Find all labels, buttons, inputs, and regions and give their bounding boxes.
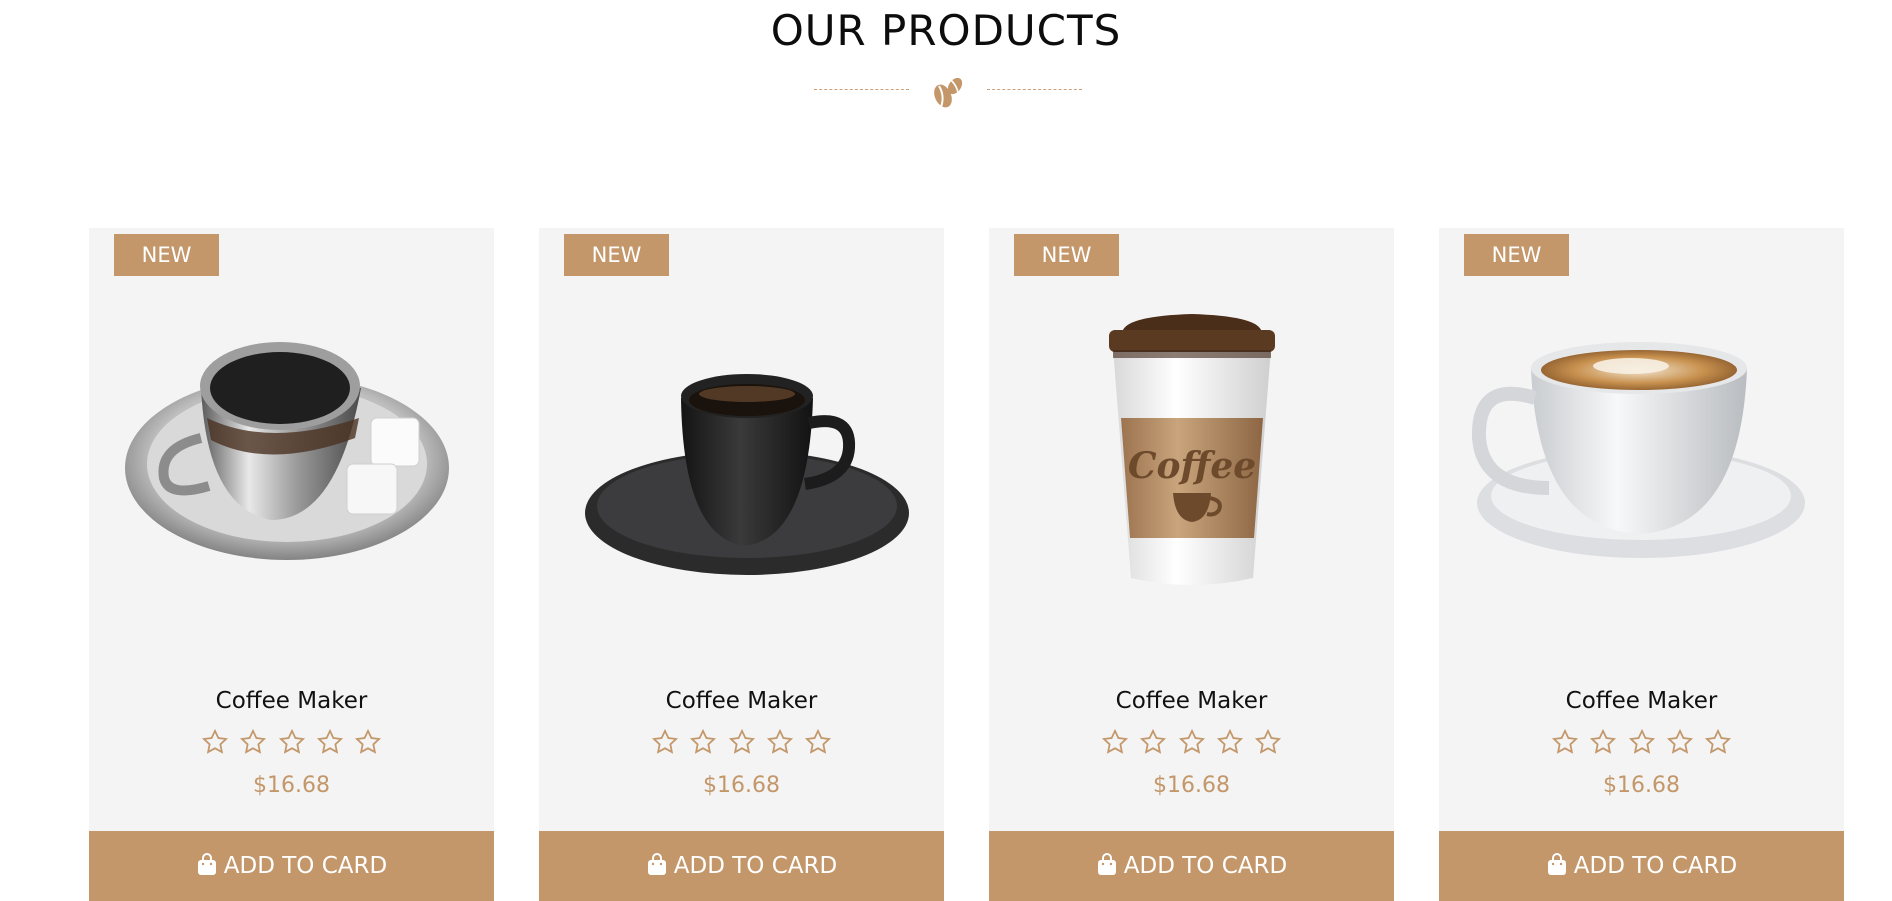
product-image-black-cup[interactable] xyxy=(559,288,924,648)
title-divider xyxy=(0,72,1892,112)
star-outline-icon[interactable] xyxy=(804,728,832,756)
new-badge: NEW xyxy=(564,234,669,276)
star-outline-icon[interactable] xyxy=(689,728,717,756)
star-outline-icon[interactable] xyxy=(316,728,344,756)
star-outline-icon[interactable] xyxy=(278,728,306,756)
add-to-cart-label: ADD TO CARD xyxy=(1573,853,1738,879)
shopping-bag-icon xyxy=(1547,852,1566,875)
product-name[interactable]: Coffee Maker xyxy=(989,688,1394,714)
product-card[interactable]: NEW Coffee Maker $16.68 ADD TO CARD xyxy=(1439,228,1844,901)
star-outline-icon[interactable] xyxy=(1139,728,1167,756)
star-outline-icon[interactable] xyxy=(766,728,794,756)
star-outline-icon[interactable] xyxy=(1589,728,1617,756)
star-rating[interactable] xyxy=(89,728,494,762)
shopping-bag-icon xyxy=(197,852,216,875)
star-outline-icon[interactable] xyxy=(1178,728,1206,756)
divider-line-left xyxy=(814,89,909,90)
star-outline-icon[interactable] xyxy=(728,728,756,756)
product-image-takeaway-cup[interactable]: Coffee xyxy=(1009,288,1374,648)
star-rating[interactable] xyxy=(539,728,944,762)
add-to-cart-label: ADD TO CARD xyxy=(673,853,838,879)
product-name[interactable]: Coffee Maker xyxy=(89,688,494,714)
star-outline-icon[interactable] xyxy=(201,728,229,756)
new-badge: NEW xyxy=(1464,234,1569,276)
add-to-cart-button[interactable]: ADD TO CARD xyxy=(89,831,494,901)
add-to-cart-label: ADD TO CARD xyxy=(223,853,388,879)
star-outline-icon[interactable] xyxy=(1628,728,1656,756)
star-outline-icon[interactable] xyxy=(239,728,267,756)
star-outline-icon[interactable] xyxy=(1704,728,1732,756)
star-rating[interactable] xyxy=(1439,728,1844,762)
add-to-cart-label: ADD TO CARD xyxy=(1123,853,1288,879)
cup-print-text: Coffee xyxy=(1128,445,1256,487)
product-image-cappuccino-cup[interactable] xyxy=(1459,288,1824,648)
product-card[interactable]: NEW Coffee Maker $16.68 ADD TO CARD xyxy=(89,228,494,901)
coffee-beans-icon xyxy=(934,77,963,108)
product-image-silver-cup[interactable] xyxy=(109,288,474,648)
star-rating[interactable] xyxy=(989,728,1394,762)
product-price: $16.68 xyxy=(253,773,330,798)
shopping-bag-icon xyxy=(647,852,666,875)
add-to-cart-button[interactable]: ADD TO CARD xyxy=(1439,831,1844,901)
new-badge: NEW xyxy=(114,234,219,276)
product-name[interactable]: Coffee Maker xyxy=(1439,688,1844,714)
star-outline-icon[interactable] xyxy=(1216,728,1244,756)
product-card[interactable]: NEW Coffee Coffee Maker $16.68 ADD TO CA… xyxy=(989,228,1394,901)
product-price: $16.68 xyxy=(1603,773,1680,798)
product-grid: NEW Coffee Maker $16.68 ADD TO CARD NEW … xyxy=(89,228,1849,901)
star-outline-icon[interactable] xyxy=(354,728,382,756)
star-outline-icon[interactable] xyxy=(1101,728,1129,756)
divider-line-right xyxy=(987,89,1082,90)
product-name[interactable]: Coffee Maker xyxy=(539,688,944,714)
star-outline-icon[interactable] xyxy=(1666,728,1694,756)
new-badge: NEW xyxy=(1014,234,1119,276)
product-price: $16.68 xyxy=(1153,773,1230,798)
shopping-bag-icon xyxy=(1097,852,1116,875)
star-outline-icon[interactable] xyxy=(1551,728,1579,756)
star-outline-icon[interactable] xyxy=(651,728,679,756)
product-price: $16.68 xyxy=(703,773,780,798)
product-card[interactable]: NEW Coffee Maker $16.68 ADD TO CARD xyxy=(539,228,944,901)
star-outline-icon[interactable] xyxy=(1254,728,1282,756)
add-to-cart-button[interactable]: ADD TO CARD xyxy=(539,831,944,901)
add-to-cart-button[interactable]: ADD TO CARD xyxy=(989,831,1394,901)
section-title: OUR PRODUCTS xyxy=(770,6,1122,55)
